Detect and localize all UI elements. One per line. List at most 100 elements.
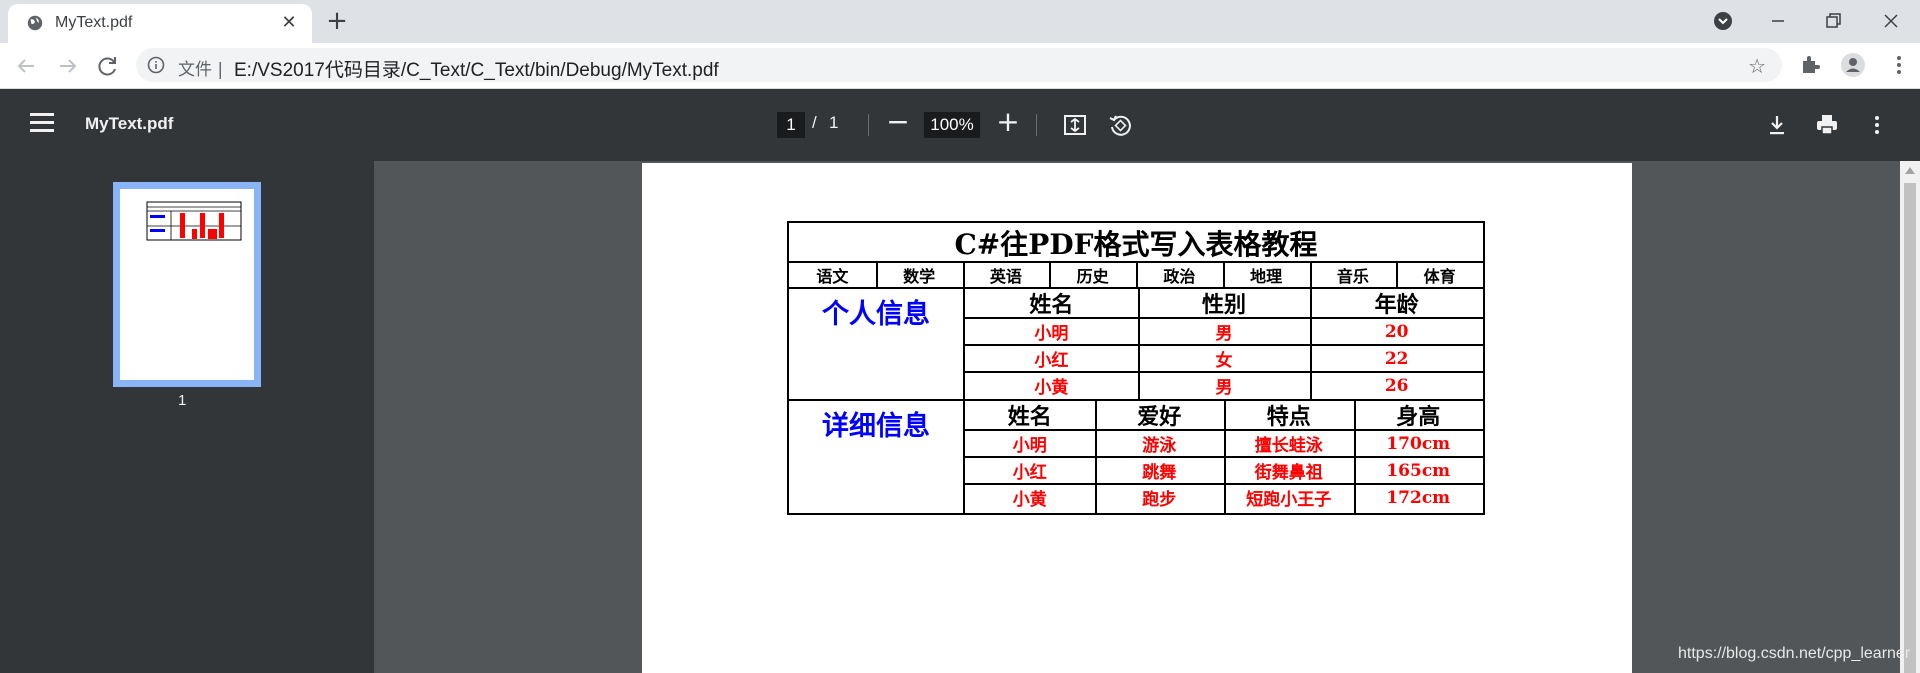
personal-value-cell: 小黄 bbox=[1034, 378, 1069, 398]
thumbnail-preview bbox=[146, 201, 242, 241]
personal-header-cell: 性别 bbox=[1201, 292, 1246, 318]
more-options-icon[interactable] bbox=[1864, 112, 1890, 138]
browser-toolbar: 文件 | E:/VS2017代码目录/C_Text/C_Text/bin/Deb… bbox=[0, 43, 1920, 89]
info-icon[interactable] bbox=[146, 55, 166, 75]
subject-header-cell: 地理 bbox=[1250, 267, 1283, 286]
address-bar[interactable]: 文件 | E:/VS2017代码目录/C_Text/C_Text/bin/Deb… bbox=[136, 48, 1782, 82]
pdf-table: C#往PDF格式写入表格教程 个人信息 详细信息 语文 数学 英语 历史 政治 地理 音乐 体… bbox=[787, 221, 1485, 515]
browser-menu-icon[interactable] bbox=[1886, 52, 1912, 78]
extensions-icon[interactable] bbox=[1798, 52, 1824, 78]
detail-header-cell: 特点 bbox=[1266, 404, 1311, 430]
minimize-icon[interactable] bbox=[1763, 6, 1793, 36]
detail-info-label: 详细信息 bbox=[822, 410, 930, 442]
watermark-url: https://blog.csdn.net/cpp_learner bbox=[1678, 645, 1911, 662]
table-rule bbox=[963, 263, 965, 287]
zoom-in-button[interactable]: + bbox=[996, 108, 1020, 137]
toolbar-divider bbox=[868, 114, 869, 136]
table-rule bbox=[1049, 263, 1051, 287]
back-icon[interactable] bbox=[12, 52, 40, 80]
profile-avatar-icon[interactable] bbox=[1840, 52, 1866, 78]
page-thumbnail[interactable] bbox=[113, 182, 261, 387]
reload-icon[interactable] bbox=[94, 52, 122, 80]
thumbnail-page-number: 1 bbox=[178, 392, 187, 409]
detail-value-cell: 跳舞 bbox=[1142, 463, 1177, 483]
detail-value-cell: 短跑小王子 bbox=[1246, 490, 1332, 510]
scroll-up-arrow-icon[interactable] bbox=[1905, 167, 1915, 174]
subject-header-cell: 体育 bbox=[1423, 267, 1456, 286]
vertical-scrollbar[interactable] bbox=[1900, 161, 1920, 673]
page-separator: / bbox=[812, 113, 817, 132]
subject-header-cell: 语文 bbox=[816, 267, 849, 286]
zoom-out-button[interactable]: − bbox=[886, 108, 910, 137]
fit-page-icon[interactable] bbox=[1062, 112, 1088, 138]
detail-value-cell: 165cm bbox=[1386, 460, 1451, 481]
table-rule bbox=[1136, 263, 1138, 287]
rotate-icon[interactable] bbox=[1107, 112, 1133, 138]
page-number-input[interactable]: 1 bbox=[777, 112, 805, 138]
thumbnail-page bbox=[120, 189, 254, 380]
table-rule bbox=[1223, 263, 1225, 287]
detail-value-cell: 170cm bbox=[1386, 433, 1451, 454]
pdf-page: C#往PDF格式写入表格教程 个人信息 详细信息 语文 数学 英语 历史 政治 地理 音乐 体… bbox=[642, 163, 1632, 673]
table-rule bbox=[876, 263, 878, 287]
personal-value-cell: 小明 bbox=[1034, 324, 1069, 344]
table-rule bbox=[1310, 263, 1312, 287]
personal-value-cell: 男 bbox=[1215, 324, 1233, 344]
subject-header-cell: 音乐 bbox=[1336, 267, 1369, 286]
tab-title: MyText.pdf bbox=[55, 14, 133, 31]
download-icon[interactable] bbox=[1764, 112, 1790, 138]
bookmark-star-icon[interactable]: ☆ bbox=[1748, 54, 1766, 78]
browser-tab-strip: MyText.pdf ✕ + bbox=[0, 0, 1920, 43]
detail-value-cell: 小明 bbox=[1012, 436, 1047, 456]
detail-value-cell: 小黄 bbox=[1012, 490, 1047, 510]
personal-value-cell: 20 bbox=[1384, 321, 1409, 342]
table-rule bbox=[1138, 289, 1140, 399]
personal-value-cell: 女 bbox=[1215, 351, 1233, 371]
detail-value-cell: 游泳 bbox=[1142, 436, 1177, 456]
subject-header-cell: 历史 bbox=[1076, 267, 1109, 286]
forward-icon[interactable] bbox=[54, 52, 82, 80]
detail-value-cell: 小红 bbox=[1012, 463, 1047, 483]
detail-value-cell: 跑步 bbox=[1142, 490, 1177, 510]
new-tab-button[interactable]: + bbox=[324, 8, 350, 35]
personal-value-cell: 男 bbox=[1215, 378, 1233, 398]
subject-header-cell: 英语 bbox=[989, 267, 1022, 286]
personal-value-cell: 26 bbox=[1384, 375, 1409, 396]
page-total: 1 bbox=[829, 113, 839, 132]
pdf-title: MyText.pdf bbox=[85, 114, 174, 133]
table-rule bbox=[1224, 401, 1226, 513]
table-rule bbox=[1095, 401, 1097, 513]
toolbar-divider bbox=[1036, 114, 1037, 136]
personal-value-cell: 小红 bbox=[1034, 351, 1069, 371]
thumbnail-sidebar: 1 bbox=[0, 161, 374, 673]
personal-header-cell: 姓名 bbox=[1029, 292, 1074, 318]
scroll-thumb[interactable] bbox=[1904, 183, 1916, 673]
detail-value-cell: 擅长蛙泳 bbox=[1254, 436, 1323, 456]
globe-icon bbox=[27, 15, 43, 31]
personal-info-label: 个人信息 bbox=[822, 298, 930, 330]
table-rule bbox=[1310, 289, 1312, 399]
pdf-sidebar-menu-icon[interactable] bbox=[30, 113, 54, 137]
document-title: C#往PDF格式写入表格教程 bbox=[954, 228, 1318, 261]
personal-header-cell: 年龄 bbox=[1374, 292, 1419, 318]
table-rule bbox=[1396, 263, 1398, 287]
personal-value-cell: 22 bbox=[1384, 348, 1409, 369]
detail-header-cell: 姓名 bbox=[1007, 404, 1052, 430]
subject-header-cell: 数学 bbox=[903, 267, 936, 286]
detail-value-cell: 街舞鼻祖 bbox=[1254, 463, 1323, 483]
close-window-icon[interactable] bbox=[1876, 6, 1906, 36]
zoom-level-input[interactable]: 100% bbox=[924, 112, 980, 138]
close-tab-icon[interactable]: ✕ bbox=[278, 12, 300, 34]
subject-header-cell: 政治 bbox=[1163, 267, 1196, 286]
table-rule bbox=[1354, 401, 1356, 513]
pdf-toolbar: MyText.pdf 1 / 1 − 100% + bbox=[0, 89, 1920, 161]
detail-value-cell: 172cm bbox=[1386, 487, 1451, 508]
browser-tab[interactable]: MyText.pdf ✕ bbox=[8, 4, 312, 43]
print-icon[interactable] bbox=[1814, 112, 1840, 138]
detail-header-cell: 爱好 bbox=[1137, 404, 1182, 430]
tab-search-icon[interactable] bbox=[1708, 6, 1738, 36]
restore-icon[interactable] bbox=[1818, 6, 1848, 36]
address-url[interactable]: E:/VS2017代码目录/C_Text/C_Text/bin/Debug/My… bbox=[234, 55, 719, 82]
detail-header-cell: 身高 bbox=[1396, 404, 1441, 430]
address-scheme: 文件 | bbox=[178, 60, 224, 80]
